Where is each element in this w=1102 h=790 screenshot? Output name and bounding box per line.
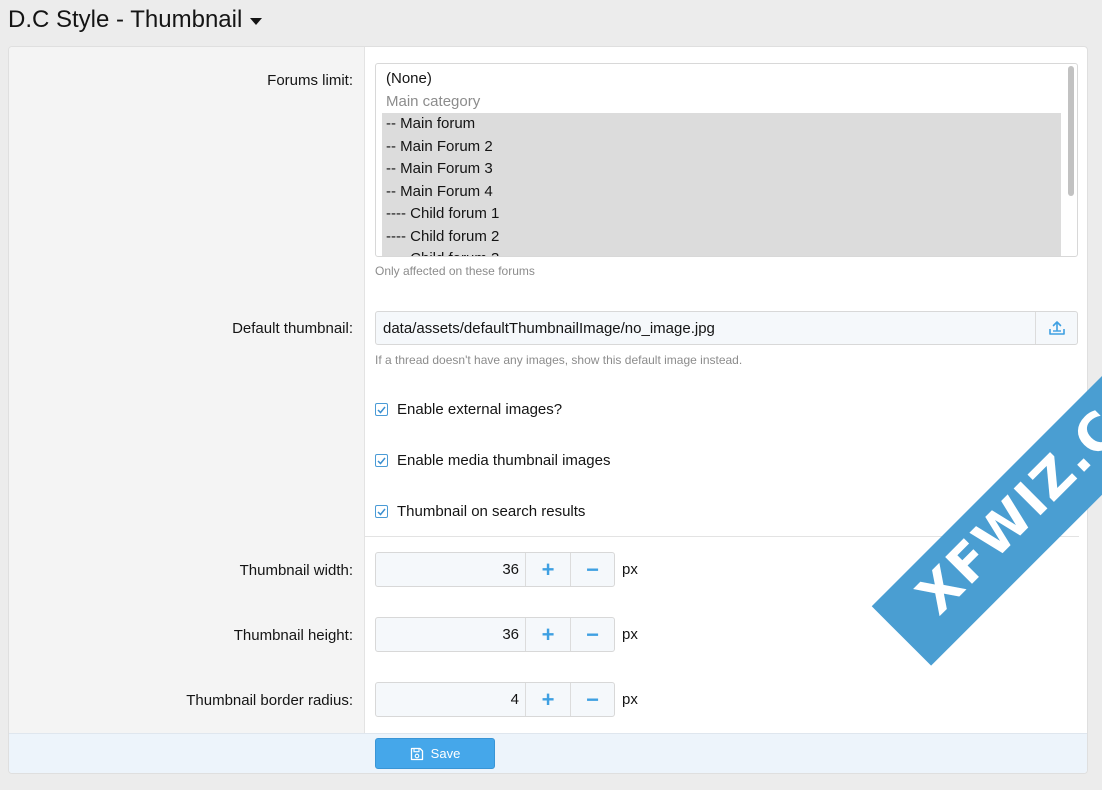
default-thumbnail-label: Default thumbnail:	[232, 320, 353, 337]
scrollbar-thumb[interactable]	[1068, 66, 1074, 196]
thumbnail-border-radius-input[interactable]: 4	[376, 683, 526, 716]
check-icon	[377, 457, 386, 465]
thumbnail-border-radius-label: Thumbnail border radius:	[186, 692, 353, 709]
upload-icon	[1048, 321, 1065, 335]
media-thumbnail-label: Enable media thumbnail images	[397, 452, 611, 469]
forum-option[interactable]: ---- Child forum 3	[382, 248, 1061, 256]
increment-button[interactable]: +	[526, 618, 570, 651]
caret-down-icon[interactable]	[250, 17, 263, 25]
unit-label: px	[622, 626, 638, 643]
search-results-label: Thumbnail on search results	[397, 503, 586, 520]
default-thumbnail-input[interactable]: data/assets/defaultThumbnailImage/no_ima…	[375, 311, 1078, 345]
forum-option[interactable]: (None)	[382, 68, 1061, 91]
thumbnail-width-input[interactable]: 36	[376, 553, 526, 586]
default-thumbnail-value[interactable]: data/assets/defaultThumbnailImage/no_ima…	[376, 320, 1035, 337]
forum-option[interactable]: ---- Child forum 1	[382, 203, 1061, 226]
options-panel: Forums limit: (None) Main category -- Main…	[8, 46, 1088, 774]
forums-limit-label: Forums limit:	[267, 72, 353, 89]
page-title[interactable]: D.C Style - Thumbnail	[8, 6, 263, 34]
thumbnail-height-input[interactable]: 36	[376, 618, 526, 651]
save-icon	[410, 747, 423, 760]
upload-button[interactable]	[1035, 312, 1077, 344]
default-thumbnail-hint: If a thread doesn't have any images, sho…	[375, 353, 743, 367]
thumbnail-height-label: Thumbnail height:	[233, 627, 353, 644]
decrement-button[interactable]: −	[570, 683, 614, 716]
option-group-label: Main category	[386, 92, 481, 110]
forum-option[interactable]: -- Main Forum 4	[382, 180, 1061, 203]
decrement-button[interactable]: −	[570, 553, 614, 586]
thumbnail-width-stepper: 36 + − px	[375, 552, 638, 587]
thumbnail-width-label: Thumbnail width:	[239, 562, 353, 579]
unit-label: px	[622, 691, 638, 708]
thumbnail-border-radius-stepper: 4 + − px	[375, 682, 638, 717]
select-scrollbar[interactable]	[1067, 66, 1075, 254]
search-results-option[interactable]: Thumbnail on search results	[375, 503, 585, 520]
forum-option[interactable]: -- Main Forum 2	[382, 135, 1061, 158]
forums-limit-select[interactable]: (None) Main category -- Main forum -- Main …	[375, 63, 1078, 257]
decrement-button[interactable]: −	[570, 618, 614, 651]
unit-label: px	[622, 561, 638, 578]
external-images-option[interactable]: Enable external images?	[375, 401, 562, 418]
external-images-checkbox[interactable]	[375, 403, 388, 416]
thumbnail-height-stepper: 36 + − px	[375, 617, 638, 652]
media-thumbnail-checkbox[interactable]	[375, 454, 388, 467]
check-icon	[377, 406, 386, 414]
page-title-text: D.C Style - Thumbnail	[8, 6, 243, 33]
media-thumbnail-option[interactable]: Enable media thumbnail images	[375, 452, 610, 469]
form-footer: Save	[9, 733, 1087, 773]
forum-option[interactable]: -- Main Forum 3	[382, 158, 1061, 181]
search-results-checkbox[interactable]	[375, 505, 388, 518]
increment-button[interactable]: +	[526, 683, 570, 716]
forum-option[interactable]: -- Main forum	[382, 113, 1061, 136]
check-icon	[377, 508, 386, 516]
forum-option[interactable]: ---- Child forum 2	[382, 225, 1061, 248]
forums-limit-hint: Only affected on these forums	[375, 264, 535, 278]
save-button-label: Save	[430, 746, 461, 761]
save-button[interactable]: Save	[375, 738, 495, 769]
increment-button[interactable]: +	[526, 553, 570, 586]
forums-option-list: (None) Main category -- Main forum -- Main …	[382, 68, 1061, 256]
external-images-label: Enable external images?	[397, 401, 563, 418]
